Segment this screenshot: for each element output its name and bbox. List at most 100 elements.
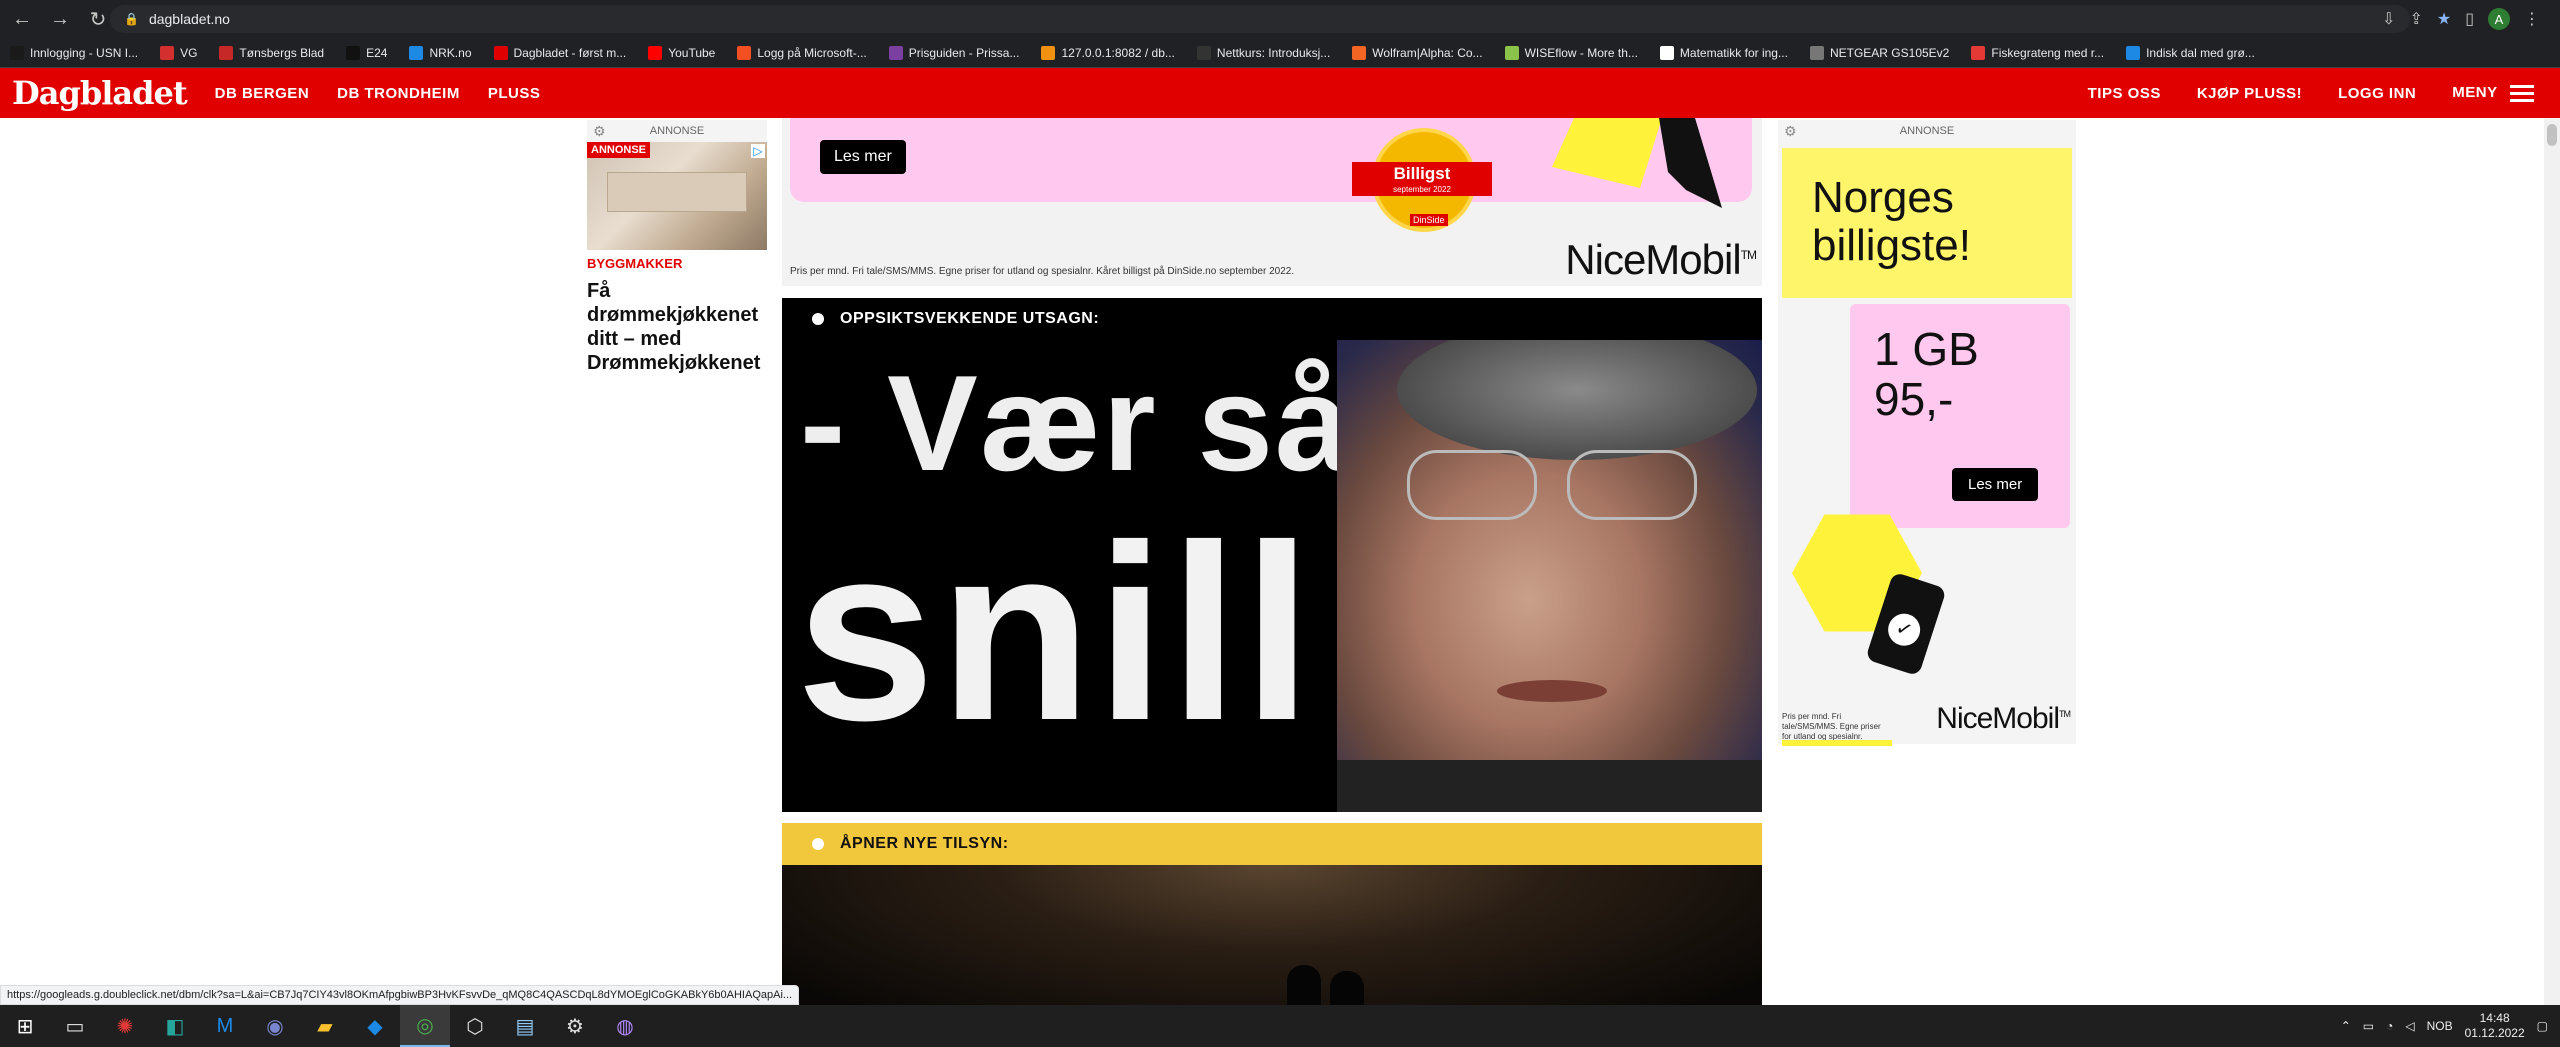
- bookmark-item[interactable]: 127.0.0.1:8082 / db...: [1041, 45, 1175, 60]
- notification-icon[interactable]: ▢: [2537, 1019, 2548, 1033]
- scrollbar-thumb[interactable]: [2547, 124, 2557, 146]
- ad-label-text: ANNONSE: [1899, 125, 1955, 137]
- badge-ribbon: Billigst september 2022: [1352, 162, 1492, 196]
- tray-network-icon[interactable]: ◔: [2386, 1019, 2393, 1033]
- file-explorer-icon[interactable]: ▰: [300, 1005, 350, 1047]
- bookmark-label: VG: [180, 45, 198, 60]
- hamburger-icon: [2510, 84, 2534, 102]
- windows-start-icon[interactable]: ⊞: [0, 1005, 50, 1047]
- bookmark-label: Prisguiden - Prissa...: [908, 45, 1020, 60]
- dinside-logo: DinSide: [1410, 214, 1448, 226]
- ad-headline: Norges billigste!: [1812, 173, 1971, 270]
- bookmark-item[interactable]: E24: [346, 45, 387, 60]
- site-logo[interactable]: Dagbladet: [12, 74, 188, 112]
- bookmark-favicon-icon: [493, 45, 508, 60]
- dropbox-icon[interactable]: ◆: [350, 1005, 400, 1047]
- address-bar-url: dagbladet.no: [148, 11, 230, 27]
- sidebar-icon[interactable]: ▯: [2465, 9, 2474, 29]
- bookmark-favicon-icon: [648, 45, 663, 60]
- nicemobil-logo: NiceMobilTM: [1565, 236, 1757, 284]
- forward-icon[interactable]: →: [44, 3, 76, 35]
- les-mer-button[interactable]: Les mer: [820, 140, 906, 174]
- nav-link-logg-inn[interactable]: LOGG INN: [2338, 85, 2416, 102]
- app-icon-layers[interactable]: ◧: [150, 1005, 200, 1047]
- nav-link-pluss[interactable]: PLUSS: [488, 85, 541, 102]
- adchoices-icon[interactable]: ▷: [751, 144, 765, 158]
- article-teaser-tilsyn[interactable]: ÅPNER NYE TILSYN:: [782, 823, 1762, 1005]
- bookmark-item[interactable]: Nettkurs: Introduksj...: [1196, 45, 1330, 60]
- bookmark-label: Matematikk for ing...: [1679, 45, 1788, 60]
- gear-icon[interactable]: ⚙: [1784, 120, 1797, 142]
- share-icon[interactable]: ⇪: [2409, 9, 2422, 29]
- bookmark-item[interactable]: NETGEAR GS105Ev2: [1809, 45, 1949, 60]
- price-data: 1 GB: [1874, 323, 1979, 375]
- bookmark-item[interactable]: Matematikk for ing...: [1659, 45, 1788, 60]
- headline-line2[interactable]: snill: [796, 498, 1316, 768]
- bookmark-item[interactable]: Fiskegrateng med r...: [1971, 45, 2104, 60]
- price-text: 1 GB 95,-: [1874, 324, 1979, 424]
- bookmark-label: WISEflow - More th...: [1524, 45, 1638, 60]
- profile-avatar[interactable]: A: [2488, 8, 2510, 30]
- top-ad-banner[interactable]: Les mer Billigst september 2022 DinSide …: [782, 118, 1762, 286]
- chrome-icon[interactable]: ◎: [400, 1005, 450, 1047]
- left-ad[interactable]: ⚙ ANNONSE ANNONSE ▷ BYGGMAKKER Få drømme…: [587, 120, 767, 375]
- menu-button[interactable]: MENY: [2452, 84, 2534, 102]
- nav-link-db-bergen[interactable]: DB BERGEN: [215, 85, 310, 102]
- app-icon-hexagon[interactable]: ⬡: [450, 1005, 500, 1047]
- menu-label: MENY: [2452, 84, 2498, 102]
- address-bar[interactable]: 🔒 dagbladet.no: [110, 5, 2410, 33]
- ad-label: ⚙ ANNONSE: [587, 120, 767, 142]
- app-icon-notes[interactable]: ▤: [500, 1005, 550, 1047]
- bookmark-star-icon[interactable]: ★: [2437, 9, 2451, 29]
- page-scrollbar[interactable]: [2544, 118, 2560, 1005]
- bookmark-label: YouTube: [668, 45, 716, 60]
- portrait-photo[interactable]: [1337, 340, 1762, 812]
- yellow-bar: [1782, 740, 1892, 746]
- bookmark-item[interactable]: Dagbladet - først m...: [493, 45, 627, 60]
- bookmark-favicon-icon: [1041, 45, 1056, 60]
- bookmark-favicon-icon: [346, 45, 361, 60]
- app-icon-spider[interactable]: ✺: [100, 1005, 150, 1047]
- les-mer-button[interactable]: Les mer: [1952, 468, 2039, 501]
- task-view-icon[interactable]: ▭: [50, 1005, 100, 1047]
- bookmark-item[interactable]: Prisguiden - Prissa...: [888, 45, 1020, 60]
- bookmark-item[interactable]: Tønsbergs Blad: [219, 45, 324, 60]
- app-icon-malwarebytes[interactable]: M: [200, 1005, 250, 1047]
- bookmark-label: Dagbladet - først m...: [513, 45, 627, 60]
- tray-lang[interactable]: NOB: [2427, 1019, 2453, 1033]
- clock[interactable]: 14:48 01.12.2022: [2465, 1011, 2525, 1041]
- discord-icon[interactable]: ◉: [250, 1005, 300, 1047]
- trademark: TM: [1740, 248, 1757, 262]
- gear-icon[interactable]: ⚙: [593, 120, 606, 142]
- nav-link-tips-oss[interactable]: TIPS OSS: [2088, 85, 2161, 102]
- back-icon[interactable]: ←: [6, 3, 38, 35]
- bookmark-item[interactable]: Logg på Microsoft-...: [737, 45, 867, 60]
- install-icon[interactable]: ⇩: [2382, 9, 2395, 29]
- kicker-text: ÅPNER NYE TILSYN:: [840, 835, 1009, 852]
- tray-volume-icon[interactable]: ◁: [2405, 1019, 2414, 1033]
- headline-line1[interactable]: - Vær så: [800, 355, 1353, 491]
- browser-menu-icon[interactable]: ⋮: [2524, 9, 2540, 29]
- bookmarks-bar: Innlogging - USN I... VG Tønsbergs Blad E24…: [0, 38, 2560, 68]
- tray-battery-icon[interactable]: ▭: [2363, 1019, 2374, 1033]
- tray-chevron-icon[interactable]: ⌃: [2341, 1019, 2351, 1033]
- kitchen-ad-image[interactable]: ANNONSE ▷: [587, 142, 767, 250]
- bookmark-item[interactable]: WISEflow - More th...: [1504, 45, 1638, 60]
- bookmark-item[interactable]: Innlogging - USN I...: [10, 45, 139, 60]
- bookmark-label: Innlogging - USN I...: [30, 45, 139, 60]
- ad-title[interactable]: Få drømmekjøkkenet ditt – med Drømmekjøk…: [587, 279, 767, 375]
- bookmark-item[interactable]: YouTube: [648, 45, 716, 60]
- bookmark-item[interactable]: NRK.no: [409, 45, 472, 60]
- glasses-left: [1407, 450, 1537, 520]
- bookmark-item[interactable]: Indisk dal med grø...: [2126, 45, 2255, 60]
- article-teaser-lavrov[interactable]: OPPSIKTSVEKKENDE UTSAGN: - Vær så snill: [782, 298, 1762, 812]
- nav-link-kjop-pluss[interactable]: KJØP PLUSS!: [2197, 85, 2302, 102]
- right-ad[interactable]: ⚙ ANNONSE Norges billigste! 1 GB 95,- Le…: [1778, 120, 2076, 746]
- app-icon-settings[interactable]: ⚙: [550, 1005, 600, 1047]
- article-photo[interactable]: [782, 865, 1762, 1005]
- nav-link-db-trondheim[interactable]: DB TRONDHEIM: [337, 85, 460, 102]
- github-icon[interactable]: ◍: [600, 1005, 650, 1047]
- bookmark-item[interactable]: Wolfram|Alpha: Co...: [1352, 45, 1483, 60]
- bookmark-item[interactable]: VG: [160, 45, 198, 60]
- ad-tag: ANNONSE: [587, 142, 651, 158]
